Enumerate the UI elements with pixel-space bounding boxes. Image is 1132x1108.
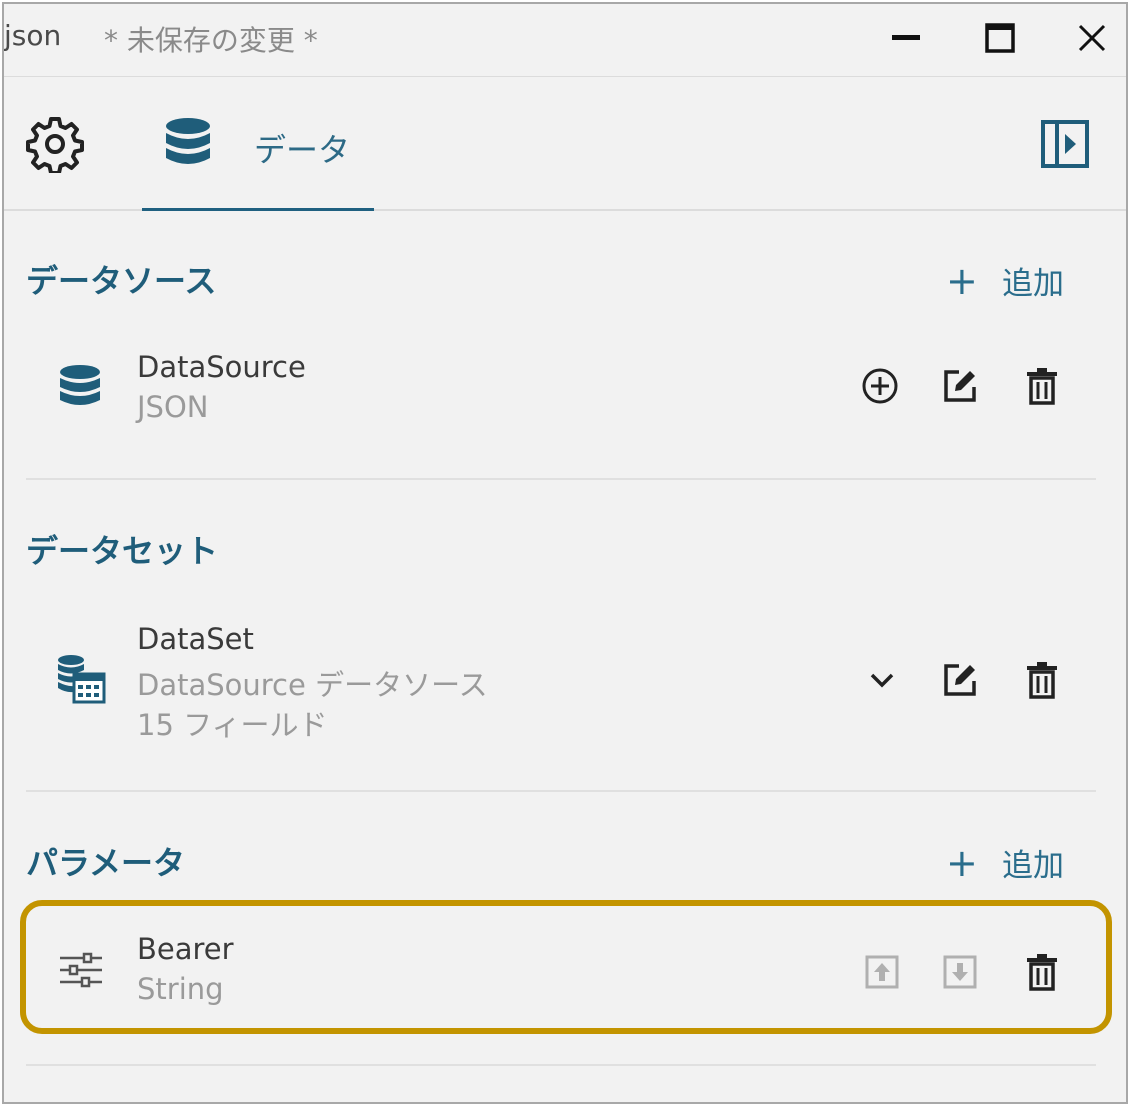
edit-icon [944, 664, 976, 696]
add-datasource-label: 追加 [1002, 266, 1064, 302]
add-dataset-button[interactable] [858, 364, 902, 408]
chevron-down-icon [870, 673, 894, 688]
settings-tab[interactable] [26, 115, 84, 175]
data-panel-window: json * 未保存の変更 * データ データソース + 追加 DataSour… [2, 2, 1128, 1104]
edit-dataset-button[interactable] [938, 658, 982, 702]
minimize-button[interactable] [886, 18, 926, 58]
add-datasource-button[interactable]: + 追加 [946, 258, 1064, 303]
title-bar: json * 未保存の変更 * [4, 4, 1126, 77]
minimize-icon [892, 35, 920, 40]
add-circle-icon [862, 368, 898, 404]
highlight-outline [20, 900, 1112, 1034]
database-icon [166, 118, 210, 164]
delete-dataset-button[interactable] [1020, 658, 1064, 702]
datasource-name: DataSource [137, 350, 306, 384]
sidebar-toggle-icon [1041, 120, 1089, 168]
trash-icon [1027, 368, 1057, 405]
add-parameter-button[interactable]: + 追加 [946, 840, 1064, 885]
edit-datasource-button[interactable] [938, 364, 982, 408]
maximize-button[interactable] [980, 18, 1020, 58]
expand-dataset-button[interactable] [860, 658, 904, 702]
divider [26, 1064, 1096, 1066]
datasource-section-title: データソース [26, 262, 217, 300]
edit-icon [944, 370, 976, 402]
trash-icon [1027, 662, 1057, 699]
plus-icon: + [946, 840, 978, 885]
parameter-section-title: パラメータ [26, 844, 186, 882]
active-tab-indicator [142, 208, 374, 211]
close-button[interactable] [1072, 18, 1112, 58]
tab-data-label: データ [254, 131, 351, 169]
divider [26, 790, 1096, 792]
database-icon [60, 365, 100, 405]
dataset-source: DataSource データソース [137, 668, 488, 702]
gear-icon [26, 117, 84, 175]
tab-bar: データ [4, 77, 1126, 211]
dataset-name: DataSet [137, 622, 254, 656]
datasource-type: JSON [137, 390, 209, 424]
tab-data[interactable]: データ [142, 77, 374, 211]
unsaved-changes-label: * 未保存の変更 * [104, 24, 318, 57]
divider [26, 478, 1096, 480]
add-parameter-label: 追加 [1002, 848, 1064, 884]
close-icon [1078, 24, 1106, 52]
delete-datasource-button[interactable] [1020, 364, 1064, 408]
maximize-icon [985, 23, 1015, 53]
plus-icon: + [946, 258, 978, 303]
dataset-icon [58, 655, 106, 704]
dataset-field-count: 15 フィールド [137, 708, 328, 742]
toggle-panel-button[interactable] [1040, 119, 1090, 169]
window-title: json [4, 19, 62, 52]
dataset-section-title: データセット [26, 532, 219, 570]
